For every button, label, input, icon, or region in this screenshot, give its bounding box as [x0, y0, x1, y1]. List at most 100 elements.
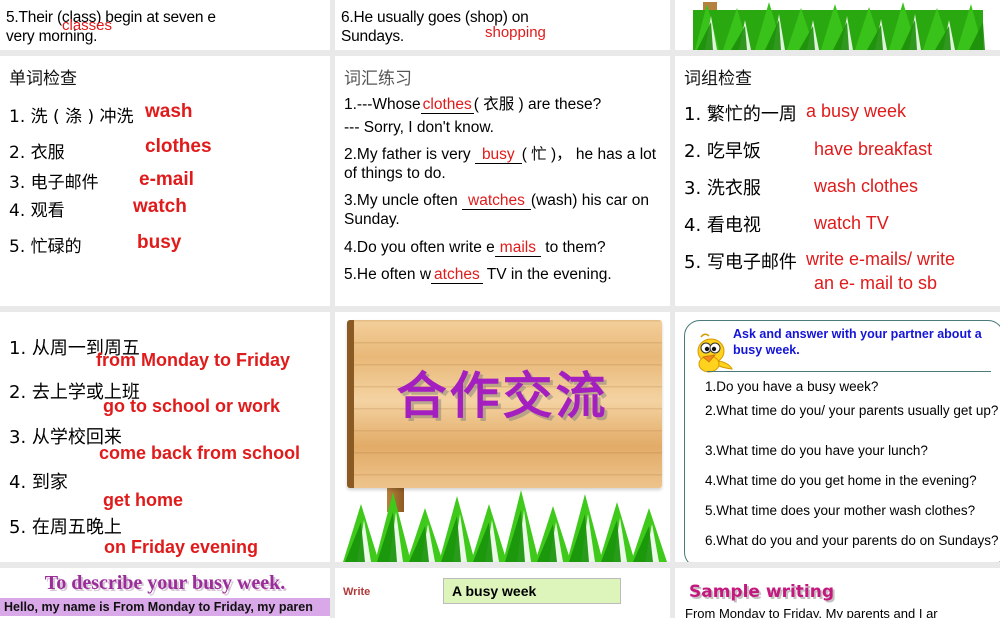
slide-thumbnail-wood-sign[interactable]: 合作交流: [335, 312, 670, 562]
sentence-prefix: 4.Do you often write e: [344, 238, 495, 256]
vocab-cn: 5. 忙碌的: [9, 237, 82, 257]
phrase-answer: write e-mails/ write: [806, 249, 956, 269]
partner-question: 2.What time do you/ your parents usually…: [705, 403, 999, 418]
phrase-answer: watch TV: [814, 213, 889, 233]
vocab-cn: 4. 观看: [9, 201, 65, 221]
phrase-cn: 1. 繁忙的一周: [684, 104, 797, 125]
phrase-cn: 2. 吃早饭: [684, 141, 761, 162]
sentence: --- Sorry, I don't know.: [344, 119, 661, 138]
phrase-cn: 5. 写电子邮件: [684, 252, 797, 273]
vocab-answer: busy: [137, 232, 182, 253]
sentence-answer: clothes: [420, 96, 474, 114]
slide-thumbnail-describe[interactable]: To describe your busy week. Hello, my na…: [0, 568, 330, 618]
wood-sign-scene: 合作交流: [335, 312, 670, 562]
phrase-cn: 3. 洗衣服: [684, 178, 761, 199]
slide-title: 单词检查: [9, 69, 77, 89]
partner-question: 5.What time does your mother wash clothe…: [705, 503, 976, 518]
sample-writing-title: Sample writing: [689, 582, 835, 602]
phrase-answer: have breakfast: [814, 139, 933, 159]
sentence: 5.He often w atches TV in the evening.: [344, 266, 661, 285]
sentence-prefix: 1.---Whose: [344, 96, 421, 113]
phrase-row: 2. 吃早饭 have breakfast: [684, 137, 1000, 174]
sentence-prefix: 2.My father is very: [344, 146, 475, 164]
vocab-cn: 2. 衣服: [9, 143, 65, 163]
vocab-answer: e-mail: [139, 169, 194, 190]
sentence-prefix: 5.He often w: [344, 266, 432, 284]
vocab-row: 2. 衣服 clothes: [9, 136, 321, 168]
slide-title: 词汇练习: [344, 69, 412, 89]
answer-text: classes: [62, 17, 113, 35]
exercise-prefix: 6.He usually goes: [341, 9, 465, 27]
phrase-row: 1. 繁忙的一周 a busy week: [684, 100, 1000, 137]
phrase-row: 1. 从周一到周五 from Monday to Friday: [9, 334, 321, 378]
vocab-row: 5. 忙碌的 busy: [9, 232, 321, 268]
partner-box-title: Ask and answer with your partner about a…: [733, 327, 982, 357]
sentence: 3.My uncle often watches (wash) his car o…: [344, 192, 661, 229]
slide-thumbnail-r1c2[interactable]: 6.He usually goes (shop) on Sundays. sho…: [335, 0, 670, 50]
slide-thumbnail-r1c3[interactable]: [675, 0, 1000, 50]
vocab-answer: clothes: [145, 136, 212, 157]
phrase-answer: come back from school: [99, 443, 301, 463]
sentence-suffix: to them?: [540, 238, 606, 256]
sentence-suffix: ( 衣服 ) are these?: [473, 96, 602, 113]
answer-text: shopping: [485, 24, 546, 42]
vocab-answer: wash: [145, 101, 193, 122]
sentence-answer: atches: [431, 266, 483, 285]
phrase-cn: 5. 在周五晚上: [9, 517, 122, 538]
sentence-answer: mails: [494, 238, 541, 257]
phrase-row: 4. 到家 get home: [9, 468, 321, 513]
sentence: 2.My father is very busy( 忙 )， he has a …: [344, 146, 661, 183]
sentence: 4.Do you often write e mails to them?: [344, 238, 661, 258]
phrase-row: 3. 从学校回来 come back from school: [9, 423, 321, 468]
phrase-answer: a busy week: [806, 101, 907, 121]
partner-question: 4.What time do you get home in the eveni…: [705, 473, 977, 488]
phrase-answer: go to school or work: [103, 396, 281, 416]
slide-thumbnail-phrases-week[interactable]: 1. 从周一到周五 from Monday to Friday 2. 去上学或上…: [0, 312, 330, 562]
sentence-suffix: TV in the evening.: [482, 266, 612, 284]
phrase-answer: get home: [103, 490, 184, 510]
sentence-prefix: --- Sorry, I don't know.: [344, 118, 494, 136]
slide-thumbnail-partner-questions[interactable]: Ask and answer with your partner about a…: [675, 312, 1000, 562]
sample-writing-body: From Monday to Friday, My parents and I …: [685, 606, 938, 618]
vocab-cn: 1. 洗 ( 涤 ) 冲洗: [9, 107, 134, 127]
vocab-row: 4. 观看 watch: [9, 196, 321, 232]
vocab-cn: 3. 电子邮件: [9, 173, 99, 193]
phrase-answer: from Monday to Friday: [96, 350, 291, 370]
write-title-box[interactable]: A busy week: [443, 578, 621, 604]
partner-question-box: Ask and answer with your partner about a…: [684, 320, 1000, 562]
vocab-row: 3. 电子邮件 e-mail: [9, 168, 321, 196]
partner-question: 6.What do you and your parents do on Sun…: [705, 533, 999, 548]
slide-thumbnail-phrase-check[interactable]: 词组检查 1. 繁忙的一周 a busy week 2. 吃早饭 have br…: [675, 56, 1000, 306]
exercise-line-2: very morning.: [6, 27, 98, 45]
grass-image: [675, 2, 1000, 50]
phrase-row: 3. 洗衣服 wash clothes: [684, 174, 1000, 211]
phrase-row: 5. 写电子邮件 write e-mails/ write an e- mail…: [684, 248, 1000, 293]
write-label: Write: [343, 586, 371, 598]
phrase-row: 2. 去上学或上班 go to school or work: [9, 378, 321, 423]
describe-title: To describe your busy week.: [44, 572, 286, 594]
phrase-row: 4. 看电视 watch TV: [684, 211, 1000, 248]
divider: [707, 371, 991, 372]
slide-thumbnail-vocab-practice[interactable]: 词汇练习 1.---Whose clothes( 衣服 ) are these? …: [335, 56, 670, 306]
vocab-row: 1. 洗 ( 涤 ) 冲洗 wash: [9, 101, 321, 138]
slide-thumbnail-words-check[interactable]: 单词检查 1. 洗 ( 涤 ) 冲洗 wash 2. 衣服 clothes 3.…: [0, 56, 330, 306]
phrase-answer: on Friday evening: [104, 537, 259, 557]
slide-thumbnail-sample-writing[interactable]: Sample writing From Monday to Friday, My…: [675, 568, 1000, 618]
slide-thumbnail-write[interactable]: Write A busy week: [335, 568, 670, 618]
wood-sign-text: 合作交流: [396, 367, 609, 425]
phrase-cn: 4. 到家: [9, 472, 68, 493]
phrase-cn: 4. 看电视: [684, 215, 761, 236]
phrase-answer: wash clothes: [814, 176, 919, 196]
exercise-line: 5.Their (class) begin at seven e: [6, 9, 324, 27]
sentence-answer: watches: [462, 192, 531, 211]
partner-question: 1.Do you have a busy week?: [705, 379, 879, 394]
sentence-answer: busy: [474, 146, 522, 165]
slide-thumbnail-r1c1[interactable]: 5.Their (class) begin at seven e very mo…: [0, 0, 330, 50]
partner-question: 3.What time do you have your lunch?: [705, 443, 928, 458]
sentence: 1.---Whose clothes( 衣服 ) are these?: [344, 96, 661, 115]
vocab-answer: watch: [133, 196, 187, 217]
phrase-row: 5. 在周五晚上 on Friday evening: [9, 513, 321, 558]
exercise-prefix: 5.Their: [6, 9, 57, 27]
phrase-answer-line2: an e- mail to sb: [814, 273, 938, 293]
describe-band: Hello, my name is From Monday to Friday,…: [0, 598, 330, 616]
